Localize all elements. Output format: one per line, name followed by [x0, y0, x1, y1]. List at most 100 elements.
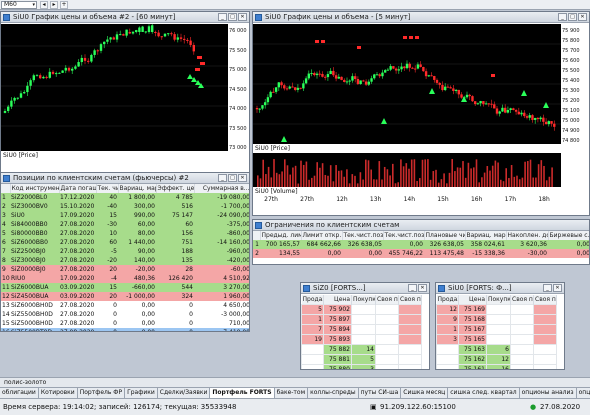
table-row[interactable]: 1 700 165,57 684 662,66 326 638,05 0,00 326 6… — [253, 240, 589, 249]
close-button[interactable]: ✕ — [553, 284, 562, 292]
maximize-button[interactable]: □ — [568, 13, 577, 21]
workspace-tab[interactable]: облигации — [0, 388, 39, 398]
table-row[interactable]: 2 SiZ3000BV0 15.10.2020 -40 300,00 516 -1 700,… — [1, 202, 249, 211]
quote-row[interactable]: 1 75 897 — [301, 314, 422, 325]
volume-bar — [429, 179, 432, 187]
workspace-tab[interactable]: коллы-спреды — [308, 388, 359, 398]
workspace-tab[interactable]: Сделки/Заявки — [157, 388, 211, 398]
column-header[interactable]: Код инструмента — [10, 184, 60, 193]
y-tick-label: 75 000 — [562, 118, 580, 124]
candle-body — [392, 66, 395, 69]
timeframe-select[interactable]: M60 ▾ — [1, 1, 37, 9]
quote-row[interactable]: 1 75 167 — [436, 324, 557, 335]
quote-row[interactable]: 75 161 16 — [436, 364, 557, 369]
column-header[interactable]: Накоплен. доход — [506, 231, 549, 240]
workspace-tab[interactable]: путы СИ-ша — [358, 388, 402, 398]
column-header[interactable]: Эффект. цена — [156, 184, 195, 193]
quote-cell — [436, 364, 459, 369]
toolbar-button-2[interactable]: ▸ — [50, 1, 58, 9]
quotes1-titlebar[interactable]: SiZ0 [FORTS...] _ ✕ — [301, 283, 429, 294]
workspace-tab[interactable]: опционы РТС — [576, 388, 590, 398]
quotes2-table[interactable]: ПродажЦенаПокупкаСвоя пСвоя п 1275 16997… — [436, 295, 557, 369]
column-header[interactable]: Тек.чист.поз. — [383, 231, 425, 240]
workspace-tab[interactable]: баке-том — [274, 388, 309, 398]
close-button[interactable]: ✕ — [418, 284, 427, 292]
minimize-button[interactable]: _ — [543, 284, 552, 292]
quote-row[interactable]: 75 162 12 — [436, 354, 557, 365]
column-header[interactable]: Вариац. маржа — [465, 231, 507, 240]
quote-row[interactable]: 12 75 169 — [436, 304, 557, 315]
table-row[interactable]: 14 SiZ5500BH0D 27.08.2020 0 0,00 0 -3 000,00 — [1, 310, 249, 319]
maximize-button[interactable]: □ — [228, 174, 237, 182]
positions-table[interactable]: Код инструментаДата погаш.Тек. чист.поз.… — [1, 184, 249, 331]
column-header[interactable]: Тек.чист.поз. — [342, 231, 384, 240]
workspace-tab[interactable]: Портфель ФР — [77, 388, 126, 398]
close-button[interactable]: ✕ — [238, 174, 247, 182]
table-row[interactable]: 10 RIU0 17.09.2020 -4 480,36 126 420 4 510,92 — [1, 274, 249, 283]
table-row[interactable]: 1 SiZ2000BL0 17.12.2020 40 1 800,00 4 785 -19 … — [1, 193, 249, 202]
quote-row[interactable]: 75 882 14 — [301, 344, 422, 355]
table-row[interactable]: 13 SiZ6000BH0D 27.08.2020 0 0,00 0 4 650,00 — [1, 301, 249, 310]
limits-titlebar[interactable]: Ограничения по клиентским счетам — [253, 220, 589, 231]
right-chart-titlebar[interactable]: SiU0 График цены и объема - [5 минут] _ … — [253, 12, 589, 23]
table-row[interactable]: 16SiZ5500BT0D27.08.202000,0007 410,00 — [1, 328, 249, 331]
workspace-tab[interactable]: Сишка месяц — [401, 388, 449, 398]
column-header[interactable] — [1, 184, 11, 193]
quote-row[interactable]: 3 75 165 — [436, 334, 557, 345]
column-header[interactable] — [253, 231, 261, 240]
candle-body — [520, 112, 523, 115]
toolbar-button-3[interactable]: + — [60, 1, 68, 9]
quote-row[interactable]: 75 880 3 — [301, 364, 422, 369]
column-header[interactable]: Суммарная в... — [194, 184, 249, 193]
positions-titlebar[interactable]: Позиции по клиентским счетам (фьючерсы) … — [1, 173, 249, 184]
quote-row[interactable]: 75 163 6 — [436, 344, 557, 355]
quote-cell: 7 — [301, 324, 324, 335]
column-header[interactable]: Дата погаш. — [59, 184, 97, 193]
minimize-button[interactable]: _ — [408, 284, 417, 292]
right-volume-plot[interactable] — [253, 153, 561, 187]
workspace-tab[interactable]: Котировки — [38, 388, 78, 398]
workspace-tab[interactable]: Портфель FORTS — [210, 388, 275, 398]
table-row[interactable]: 2 134,55 0,00 0,00 455 746,22 113 475,48 -15 3… — [253, 249, 589, 258]
quotes1-table[interactable]: ПродажЦенаПокупкаСвоя пСвоя п 575 902175… — [301, 295, 422, 369]
column-header[interactable]: Тек. чист.поз. — [96, 184, 119, 193]
table-row[interactable]: 9 SiZ0000BJ0 27.08.2020 20 -20,00 28 -60,00 — [1, 265, 249, 274]
table-row[interactable]: 4 Si84000BB0 27.08.2020 -30 60,00 60 -375,00 — [1, 220, 249, 229]
right-price-plot[interactable] — [253, 24, 561, 144]
column-header[interactable]: Вариац. маржа — [118, 184, 157, 193]
column-header[interactable]: Предыд. лимит — [260, 231, 302, 240]
quote-row[interactable]: 19 75 893 — [301, 334, 422, 345]
column-header[interactable]: Биржевые с... — [548, 231, 589, 240]
table-row[interactable]: 3 SiU0 17.09.2020 15 990,00 75 147 -24 090,00 — [1, 211, 249, 220]
minimize-button[interactable]: _ — [218, 174, 227, 182]
quote-row[interactable]: 5 75 902 — [301, 304, 422, 315]
candle-body — [173, 34, 176, 40]
left-price-plot[interactable] — [1, 24, 228, 151]
minimize-button[interactable]: _ — [218, 13, 227, 21]
table-cell: 17.09.2020 — [59, 274, 96, 283]
quote-row[interactable]: 9 75 168 — [436, 314, 557, 325]
table-row[interactable]: 6 SiZ6000BB0 27.08.2020 60 1 440,00 751 -14 16… — [1, 238, 249, 247]
quote-row[interactable]: 75 881 5 — [301, 354, 422, 365]
close-button[interactable]: ✕ — [238, 13, 247, 21]
table-row[interactable]: 12 SiZ4500BUA 03.09.2020 20 -1 000,00 324 1 96… — [1, 292, 249, 301]
quotes2-titlebar[interactable]: SiU0 [FORTS: Ф...] _ ✕ — [436, 283, 564, 294]
limits-table[interactable]: Предыд. лимитЛимит откр. п.Тек.чист.поз.… — [253, 231, 589, 258]
quote-cell: 1 — [301, 314, 324, 325]
column-header[interactable]: Плановые чист. — [424, 231, 466, 240]
table-row[interactable]: 11 SiZ6000BUA 03.09.2020 15 -660,00 544 3 270,… — [1, 283, 249, 292]
left-chart-titlebar[interactable]: SiU0 График цены и объема #2 - [60 минут… — [1, 12, 249, 23]
close-button[interactable]: ✕ — [578, 13, 587, 21]
toolbar-button-1[interactable]: ◂ — [40, 1, 48, 9]
maximize-button[interactable]: □ — [228, 13, 237, 21]
workspace-tab[interactable]: сишка след. квартал — [448, 388, 520, 398]
table-row[interactable]: 8 SiZ3000BJ0 27.08.2020 -20 140,00 135 -420,00 — [1, 256, 249, 265]
table-row[interactable]: 7 SiZ2500BJ0 27.08.2020 -5 90,00 188 -960,00 — [1, 247, 249, 256]
minimize-button[interactable]: _ — [558, 13, 567, 21]
workspace-tab[interactable]: опционы анализ — [519, 388, 577, 398]
column-header[interactable]: Лимит откр. п. — [301, 231, 343, 240]
workspace-tab[interactable]: Графики — [125, 388, 158, 398]
quote-row[interactable]: 7 75 894 — [301, 324, 422, 335]
table-row[interactable]: 5 Si80000BB0 27.08.2020 10 80,00 156 -860,00 — [1, 229, 249, 238]
table-row[interactable]: 15 SiZ5000BH0D 27.08.2020 0 0,00 0 710,00 — [1, 319, 249, 328]
